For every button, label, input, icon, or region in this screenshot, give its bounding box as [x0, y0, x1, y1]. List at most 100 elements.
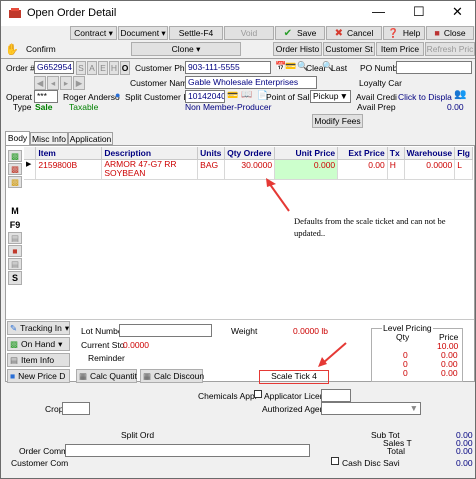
- scale-ticket-field[interactable]: Scale Tick 4: [259, 370, 329, 384]
- col-warehouse[interactable]: Warehouse: [404, 147, 456, 160]
- contract-menu[interactable]: Contract ▾: [70, 26, 117, 40]
- point-of-sale-select[interactable]: Pickup ▼: [310, 90, 351, 103]
- chevron-down-icon: ▾: [58, 338, 63, 349]
- calc-quantity-button[interactable]: ▦ Calc Quantit: [76, 369, 137, 383]
- delete-row-icon[interactable]: ▩: [8, 163, 22, 175]
- minimize-icon[interactable]: —: [372, 4, 385, 19]
- cell-item[interactable]: 2159800B: [35, 159, 103, 180]
- cell-description[interactable]: ARMOR 47-G7 RR SOYBEAN: [101, 159, 199, 180]
- customer-phone-field[interactable]: 903-111-5555: [185, 61, 271, 74]
- close-window-icon[interactable]: ✕: [452, 4, 463, 20]
- order-history-button[interactable]: Order Histo: [273, 42, 322, 56]
- check-icon: ✔: [283, 27, 292, 39]
- last-button[interactable]: Last: [331, 63, 347, 73]
- first-record-button[interactable]: ◀: [34, 76, 46, 90]
- order-comment-field[interactable]: [65, 444, 310, 457]
- window-title: Open Order Detail: [27, 7, 117, 19]
- customer-comment-label: Customer Com: [11, 458, 69, 468]
- maximize-icon[interactable]: ☐: [413, 4, 425, 20]
- m-button[interactable]: M: [8, 206, 22, 216]
- col-unit-price[interactable]: Unit Price: [274, 147, 339, 160]
- settle-button[interactable]: Settle-F4: [169, 26, 223, 40]
- taxable-value: Taxable: [69, 102, 99, 112]
- col-item[interactable]: Item: [35, 147, 103, 160]
- applicator-checkbox[interactable]: [254, 390, 262, 398]
- total-label: Total: [387, 446, 405, 456]
- nav-h-button[interactable]: H: [109, 61, 119, 75]
- close-button[interactable]: ■ Close: [426, 26, 474, 40]
- crop-field[interactable]: [62, 402, 90, 415]
- order-detail-window: Open Order Detail — ☐ ✕ Contract ▾ Docum…: [0, 0, 476, 479]
- tab-application[interactable]: Application: [68, 132, 113, 145]
- col-ext-price[interactable]: Ext Price: [337, 147, 388, 160]
- col-units[interactable]: Units: [197, 147, 226, 160]
- order-number-field[interactable]: G652954: [34, 61, 74, 74]
- customer-name-field[interactable]: Gable Wholesale Enterprises: [185, 76, 317, 89]
- prev-record-button[interactable]: ◂: [47, 76, 59, 90]
- notes-icon[interactable]: ▤: [8, 232, 22, 244]
- book-icon[interactable]: 📖: [241, 89, 252, 100]
- app-icon: [9, 8, 21, 18]
- split-button[interactable]: Split: [125, 92, 142, 102]
- on-hand-button[interactable]: ▩ On Hand ▾: [7, 337, 70, 351]
- add-row-icon[interactable]: ▩: [8, 150, 22, 162]
- nav-e-button[interactable]: E: [98, 61, 108, 75]
- cell-warehouse[interactable]: 0.0000: [404, 159, 456, 180]
- avail-credit-link[interactable]: Click to Displa: [398, 92, 452, 102]
- new-price-button[interactable]: ■ New Price D: [7, 369, 70, 383]
- col-qty-ordered[interactable]: Qty Ordere: [224, 147, 276, 160]
- cell-qty[interactable]: 30.0000: [224, 159, 276, 180]
- card-icon[interactable]: 💳: [285, 61, 296, 72]
- help-button[interactable]: ❓ Help: [383, 26, 425, 40]
- save-button[interactable]: ✔ Save: [275, 26, 325, 40]
- cell-tx[interactable]: H: [387, 159, 405, 180]
- item-info-button[interactable]: ▤ Item Info: [7, 353, 70, 367]
- authorized-agent-select[interactable]: ▼: [321, 402, 421, 415]
- customer-statement-button[interactable]: Customer St: [323, 42, 375, 56]
- document-menu[interactable]: Document ▾: [118, 26, 168, 40]
- tab-misc-info[interactable]: Misc Info: [30, 132, 68, 145]
- col-description[interactable]: Description: [101, 147, 199, 160]
- refresh-price-button[interactable]: Refresh Pric: [425, 42, 475, 56]
- applicator-field[interactable]: [321, 389, 351, 402]
- total-value: 0.00: [456, 446, 473, 456]
- next-record-button[interactable]: ▸: [60, 76, 72, 90]
- folder-icon[interactable]: ▩: [8, 176, 22, 188]
- last-record-button[interactable]: ▶: [73, 76, 85, 90]
- tracking-button[interactable]: ✎ Tracking In ▾: [7, 321, 70, 335]
- chevron-down-icon: ▼: [409, 403, 418, 413]
- cell-flg[interactable]: L: [454, 159, 473, 180]
- calc-discount-button[interactable]: ▦ Calc Discoun: [140, 369, 204, 383]
- nav-o-button[interactable]: O: [120, 61, 130, 75]
- nav-s-button[interactable]: S: [76, 61, 86, 75]
- confirm-button[interactable]: Confirm: [3, 42, 103, 56]
- producer-value: Non Member-Producer: [185, 102, 272, 112]
- col-tx[interactable]: Tx: [387, 147, 405, 160]
- cell-unit-price[interactable]: 0.000: [274, 159, 339, 180]
- remove-icon[interactable]: ■: [8, 245, 22, 257]
- credit-info-icon[interactable]: 👥: [454, 89, 466, 100]
- void-button[interactable]: Void: [224, 26, 274, 40]
- cell-ext-price[interactable]: 0.00: [337, 159, 388, 180]
- cancel-button[interactable]: ✖ Cancel: [326, 26, 382, 40]
- cell-units[interactable]: BAG: [197, 159, 226, 180]
- cash-discount-checkbox[interactable]: [331, 457, 339, 465]
- reminder-label: Reminder: [88, 353, 125, 363]
- f9-button[interactable]: F9: [8, 220, 22, 230]
- list-icon[interactable]: ▤: [8, 258, 22, 270]
- clone-menu[interactable]: Clone ▾: [131, 42, 241, 56]
- po-number-field[interactable]: [396, 61, 472, 74]
- customer-lookup-icon[interactable]: 💳: [227, 90, 238, 101]
- s-button[interactable]: S: [8, 271, 22, 285]
- item-price-button[interactable]: Item Price: [376, 42, 424, 56]
- nav-a-button[interactable]: A: [87, 61, 97, 75]
- help-icon: ❓: [387, 27, 399, 38]
- split-order-label: Split Ord: [121, 430, 155, 440]
- lot-number-field[interactable]: [119, 324, 212, 337]
- modify-fees-button[interactable]: Modify Fees: [312, 114, 363, 128]
- table-row[interactable]: ▶ 2159800B ARMOR 47-G7 RR SOYBEAN BAG 30…: [24, 159, 473, 180]
- col-flg[interactable]: Flg: [454, 147, 473, 160]
- annotation-note: Defaults from the scale ticket and can n…: [294, 216, 446, 238]
- tab-body[interactable]: Body: [5, 131, 30, 145]
- price-icon: ■: [10, 371, 16, 381]
